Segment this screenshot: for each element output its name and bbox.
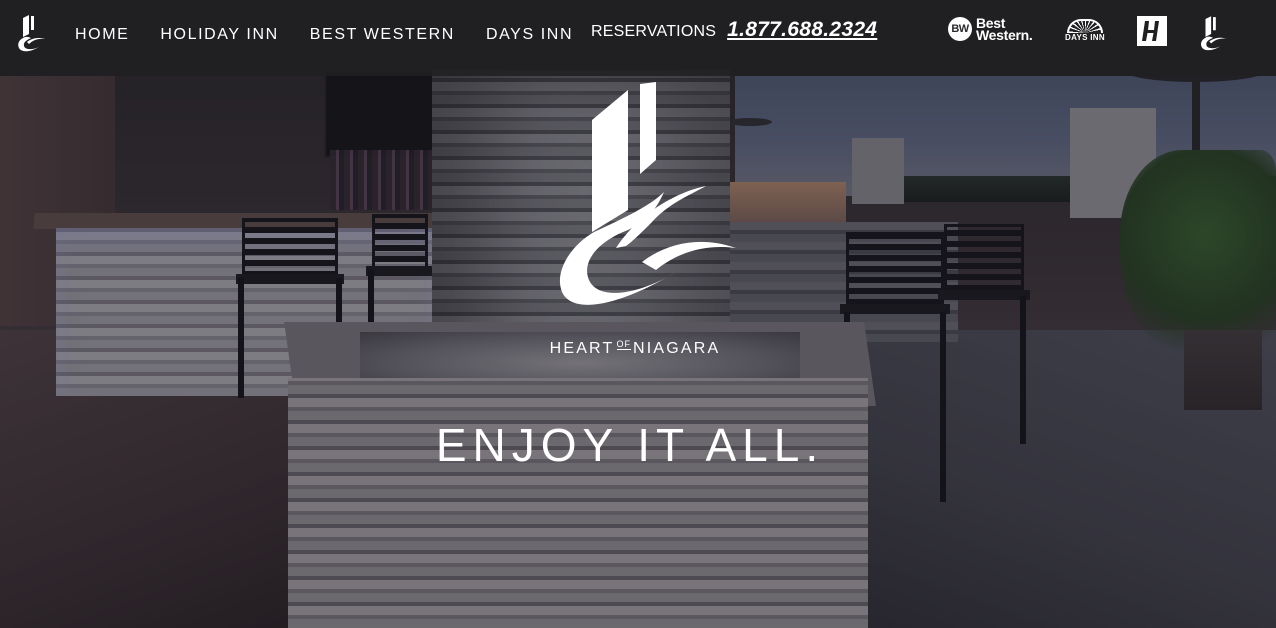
best-western-wordmark: Best Western.	[976, 16, 1033, 43]
best-western-word-2: Western.	[976, 27, 1033, 43]
holiday-inn-h-icon[interactable]	[1137, 16, 1167, 46]
hero-wordmark: HEART OF NIAGARA	[500, 339, 770, 358]
page: HOME HOLIDAY INN BEST WESTERN DAYS INN R…	[0, 0, 1276, 628]
wordmark-niagara: NIAGARA	[633, 340, 721, 357]
wordmark-of: OF	[616, 339, 631, 350]
days-inn-sun-icon	[1067, 19, 1103, 33]
reservations-label: RESERVATIONS	[591, 23, 717, 40]
nav-days-inn-link[interactable]: DAYS INN	[486, 24, 573, 46]
nav-best-western-link[interactable]: BEST WESTERN	[310, 24, 455, 46]
nav-holiday-inn-link[interactable]: HOLIDAY INN	[160, 24, 278, 46]
reservations-block: RESERVATIONS 1.877.688.2324	[591, 18, 877, 48]
nav-home-link[interactable]: HOME	[75, 24, 129, 46]
wordmark-heart: HEART	[549, 340, 615, 357]
days-inn-wordmark: DAYS INN	[1065, 33, 1105, 42]
heart-of-niagara-emblem-icon	[556, 82, 736, 312]
reservations-phone-link[interactable]: 1.877.688.2324	[727, 18, 877, 42]
top-navigation-bar: HOME HOLIDAY INN BEST WESTERN DAYS INN R…	[0, 0, 1276, 76]
hero-tagline: ENJOY IT ALL.	[435, 419, 825, 471]
best-western-logo[interactable]: BW Best Western.	[948, 16, 1034, 43]
heart-of-niagara-logo-icon[interactable]	[15, 14, 47, 54]
main-nav: HOME HOLIDAY INN BEST WESTERN DAYS INN	[75, 24, 604, 46]
best-western-badge: BW	[948, 17, 972, 41]
heart-of-niagara-small-logo-icon[interactable]	[1198, 14, 1228, 54]
days-inn-logo[interactable]: DAYS INN	[1061, 17, 1109, 43]
